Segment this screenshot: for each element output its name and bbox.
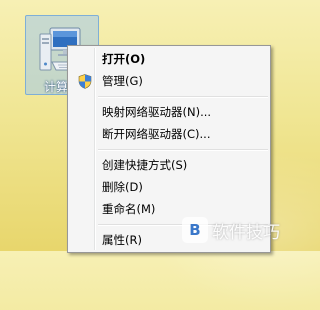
- watermark-text: 软件技巧: [212, 223, 280, 243]
- menu-separator: [98, 149, 268, 151]
- menu-item-open-label: 打开(O): [102, 52, 146, 66]
- menu-item-properties-label: 属性(R): [102, 233, 142, 247]
- menu-item-manage[interactable]: 管理(G): [70, 70, 268, 92]
- desktop[interactable]: 计算机 打开(O) 管理(G) 映射网络驱动器(N)... 断开网络驱动器(C)…: [0, 0, 320, 310]
- menu-item-rename-label: 重命名(M): [102, 202, 156, 216]
- menu-item-disconnect-network-drive-label: 断开网络驱动器(C)...: [102, 127, 211, 141]
- watermark-logo-icon: B: [182, 217, 208, 243]
- menu-item-delete[interactable]: 删除(D): [70, 176, 268, 198]
- menu-separator: [98, 96, 268, 98]
- menu-item-disconnect-network-drive[interactable]: 断开网络驱动器(C)...: [70, 123, 268, 145]
- menu-item-create-shortcut[interactable]: 创建快捷方式(S): [70, 154, 268, 176]
- menu-item-manage-label: 管理(G): [102, 74, 143, 88]
- menu-item-open[interactable]: 打开(O): [70, 48, 268, 70]
- menu-item-create-shortcut-label: 创建快捷方式(S): [102, 158, 188, 172]
- uac-shield-icon: [78, 74, 92, 89]
- menu-item-map-network-drive[interactable]: 映射网络驱动器(N)...: [70, 101, 268, 123]
- watermark: B 软件技巧: [182, 215, 300, 245]
- menu-item-delete-label: 删除(D): [102, 180, 143, 194]
- menu-item-map-network-drive-label: 映射网络驱动器(N)...: [102, 105, 212, 119]
